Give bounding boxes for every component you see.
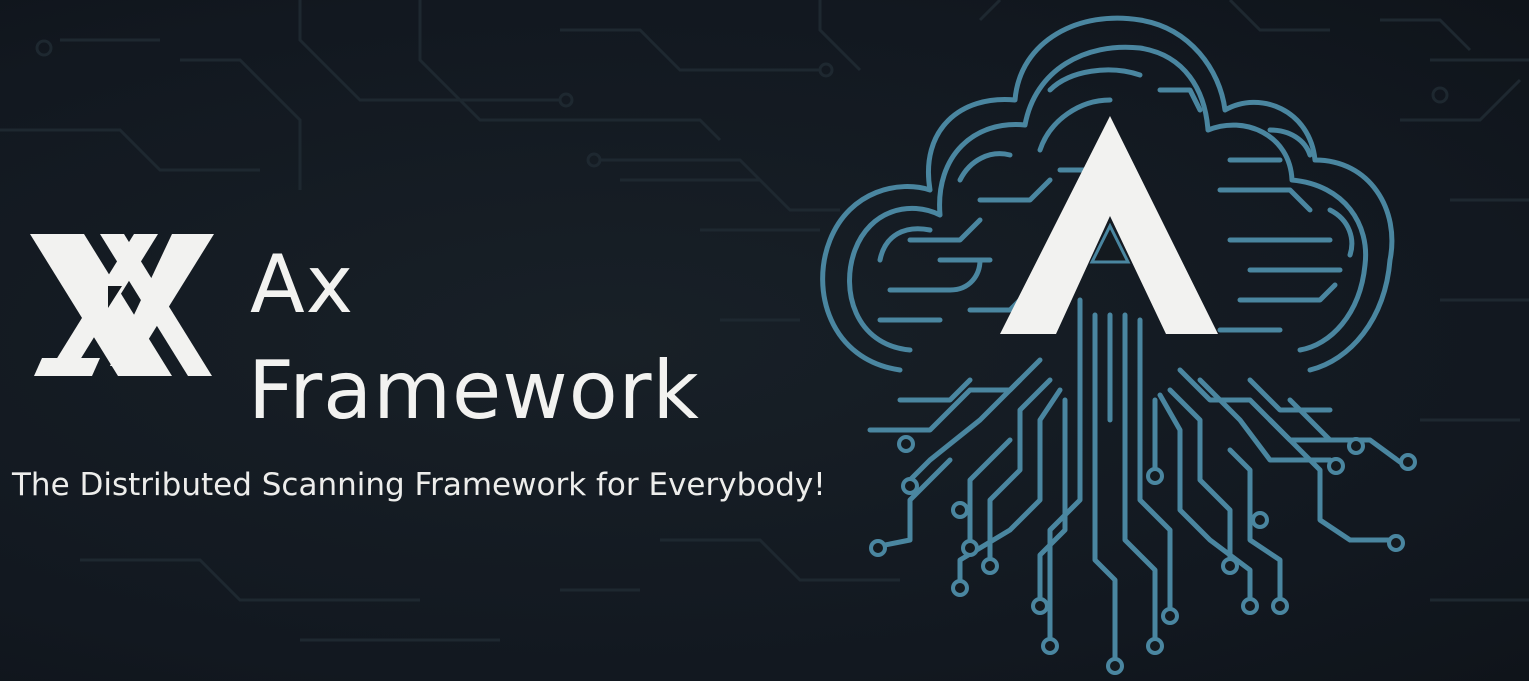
title-ax: Ax [250,238,355,331]
tagline: The Distributed Scanning Framework for E… [12,467,826,503]
hero-banner: Ax Framework The Distributed Scanning Fr… [0,0,1529,681]
ax-logo-icon [30,234,214,376]
title-framework: Framework [248,344,700,437]
circuit-cloud-icon [820,15,1417,675]
